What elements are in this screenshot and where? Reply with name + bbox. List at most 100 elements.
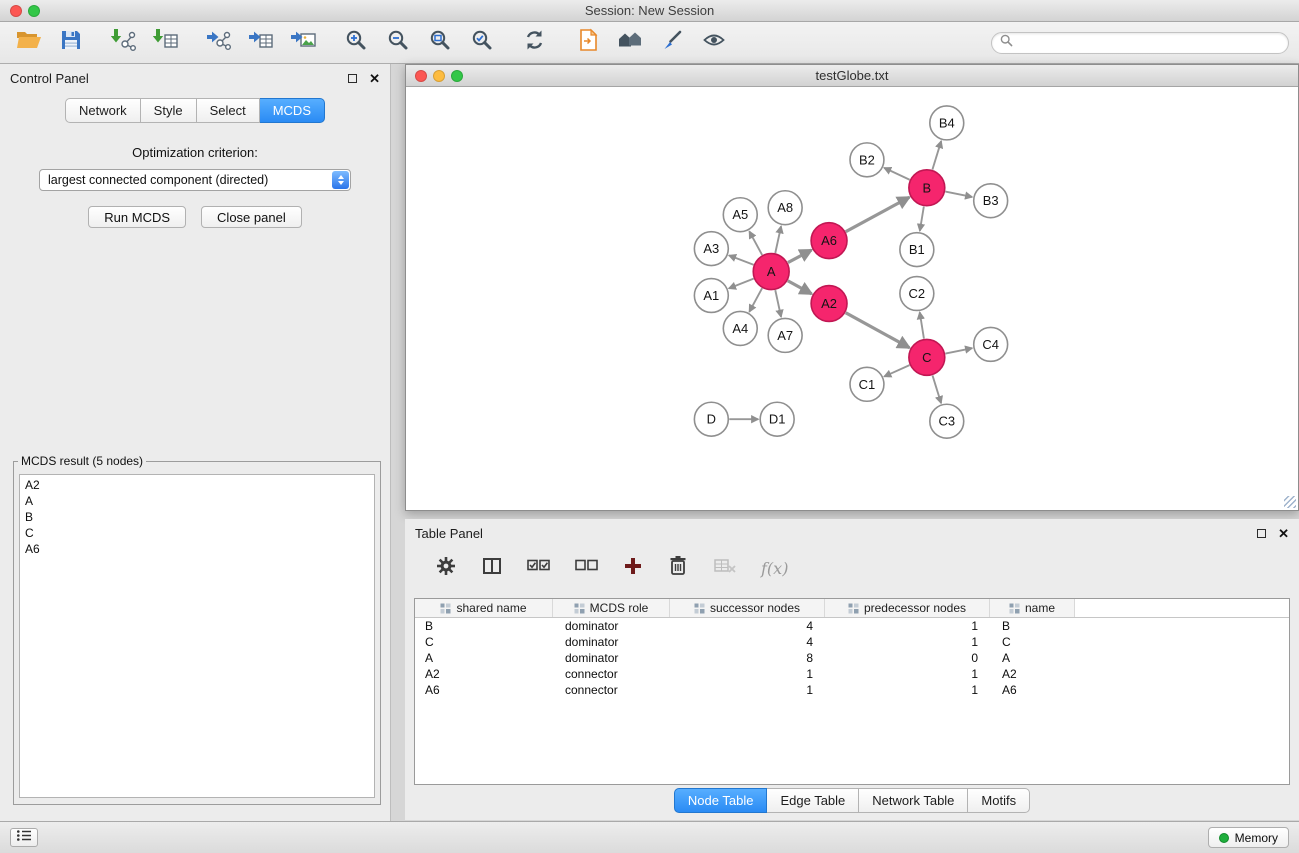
table-cell[interactable]: B (990, 619, 1075, 633)
table-cell[interactable]: dominator (553, 619, 670, 633)
mcds-result-item[interactable]: A (25, 493, 369, 509)
tab-network[interactable]: Network (65, 98, 141, 123)
function-builder-button[interactable]: f(x) (761, 559, 788, 578)
graph-edge[interactable] (788, 250, 812, 263)
tab-node-table[interactable]: Node Table (674, 788, 768, 813)
graph-edge[interactable] (945, 348, 972, 353)
table-cell[interactable]: 0 (825, 651, 990, 665)
add-column-button[interactable] (623, 556, 643, 581)
table-cell[interactable]: 1 (825, 667, 990, 681)
resize-handle[interactable] (1284, 496, 1296, 508)
table-cell[interactable]: A6 (990, 683, 1075, 697)
close-network-window-button[interactable] (415, 70, 427, 82)
task-history-button[interactable] (10, 828, 38, 847)
table-cell[interactable]: dominator (553, 635, 670, 649)
table-cell[interactable]: 4 (670, 635, 825, 649)
table-cell[interactable]: B (415, 619, 553, 633)
zoom-selected-button[interactable] (463, 27, 500, 59)
table-cell[interactable]: 8 (670, 651, 825, 665)
column-header[interactable]: shared name (415, 599, 553, 617)
mcds-result-item[interactable]: C (25, 525, 369, 541)
zoom-network-window-button[interactable] (451, 70, 463, 82)
table-row[interactable]: Bdominator41B (415, 618, 1289, 634)
graph-edge[interactable] (920, 207, 924, 231)
zoom-in-button[interactable] (337, 27, 374, 59)
mcds-result-list[interactable]: A2ABCA6 (19, 474, 375, 798)
table-cell[interactable]: A (415, 651, 553, 665)
graph-edge[interactable] (932, 141, 941, 170)
close-window-button[interactable] (10, 5, 22, 17)
export-network-button[interactable] (200, 27, 237, 59)
select-all-button[interactable] (527, 558, 551, 578)
close-panel-button[interactable]: Close panel (201, 206, 302, 228)
graph-edge[interactable] (846, 313, 910, 348)
zoom-fit-button[interactable] (421, 27, 458, 59)
graph-edge[interactable] (729, 255, 754, 264)
search-input[interactable] (1018, 36, 1280, 50)
table-cell[interactable]: A2 (990, 667, 1075, 681)
table-cell[interactable]: 1 (825, 683, 990, 697)
home-button[interactable] (611, 27, 648, 59)
optimization-criterion-dropdown[interactable]: largest connected component (directed) (39, 169, 351, 191)
graph-edge[interactable] (749, 288, 762, 312)
table-cell[interactable]: 1 (825, 619, 990, 633)
table-row[interactable]: A6connector11A6 (415, 682, 1289, 698)
tab-mcds[interactable]: MCDS (260, 98, 325, 123)
export-table-button[interactable] (242, 27, 279, 59)
graph-edge[interactable] (775, 290, 781, 317)
network-canvas[interactable]: B4B2BB3A5A8A6A3B1AC2A1A2A4A7C4CC1DD1C3 (406, 88, 1298, 510)
graph-edge[interactable] (729, 279, 754, 289)
tab-motifs[interactable]: Motifs (968, 788, 1030, 813)
table-cell[interactable]: connector (553, 683, 670, 697)
open-session-button[interactable] (10, 27, 47, 59)
export-image-button[interactable] (284, 27, 321, 59)
close-table-panel-icon[interactable]: ✕ (1278, 527, 1289, 540)
mcds-result-item[interactable]: A2 (25, 477, 369, 493)
table-cell[interactable]: 4 (670, 619, 825, 633)
graph-edge[interactable] (884, 168, 910, 180)
graph-edge[interactable] (884, 365, 909, 376)
column-view-button[interactable] (481, 555, 503, 582)
network-window-titlebar[interactable]: testGlobe.txt (406, 65, 1298, 87)
mcds-result-item[interactable]: B (25, 509, 369, 525)
mcds-result-item[interactable]: A6 (25, 541, 369, 557)
minimize-network-window-button[interactable] (433, 70, 445, 82)
save-session-button[interactable] (52, 27, 89, 59)
float-table-panel-icon[interactable] (1257, 529, 1266, 538)
column-header[interactable]: MCDS role (553, 599, 670, 617)
table-cell[interactable]: A (990, 651, 1075, 665)
search-box[interactable] (991, 32, 1289, 54)
run-mcds-button[interactable]: Run MCDS (88, 206, 186, 228)
first-neighbors-button[interactable] (569, 27, 606, 59)
table-cell[interactable]: connector (553, 667, 670, 681)
table-cell[interactable]: C (990, 635, 1075, 649)
graph-edge[interactable] (933, 375, 942, 403)
memory-button[interactable]: Memory (1208, 827, 1289, 848)
table-cell[interactable]: 1 (825, 635, 990, 649)
delete-table-button[interactable] (713, 557, 737, 580)
table-cell[interactable]: dominator (553, 651, 670, 665)
tab-style[interactable]: Style (141, 98, 197, 123)
table-cell[interactable]: A6 (415, 683, 553, 697)
table-cell[interactable]: 1 (670, 667, 825, 681)
table-settings-button[interactable] (435, 555, 457, 582)
tab-select[interactable]: Select (197, 98, 260, 123)
table-row[interactable]: Adominator80A (415, 650, 1289, 666)
table-cell[interactable]: 1 (670, 683, 825, 697)
zoom-window-button[interactable] (28, 5, 40, 17)
unselect-all-button[interactable] (575, 558, 599, 578)
float-panel-icon[interactable] (348, 74, 357, 83)
apply-layout-button[interactable] (516, 27, 553, 59)
table-row[interactable]: Cdominator41C (415, 634, 1289, 650)
graph-edge[interactable] (945, 192, 972, 197)
graph-edge[interactable] (788, 281, 812, 294)
close-panel-icon[interactable]: ✕ (369, 72, 380, 85)
table-row[interactable]: A2connector11A2 (415, 666, 1289, 682)
graph-edge[interactable] (749, 231, 762, 255)
tab-network-table[interactable]: Network Table (859, 788, 968, 813)
network-graph[interactable]: B4B2BB3A5A8A6A3B1AC2A1A2A4A7C4CC1DD1C3 (406, 88, 1298, 510)
table-cell[interactable]: C (415, 635, 553, 649)
graph-edge[interactable] (775, 226, 781, 253)
import-table-button[interactable] (147, 27, 184, 59)
column-header[interactable]: predecessor nodes (825, 599, 990, 617)
